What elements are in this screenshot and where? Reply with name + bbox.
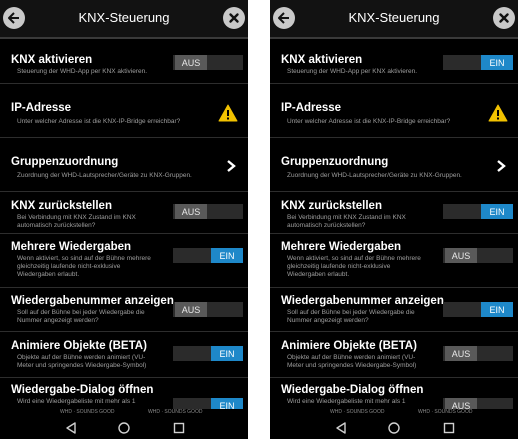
setting-wiedergabenummer: Wiedergabenummer anzeigen Soll auf der B… xyxy=(0,288,248,332)
toggle-state: EIN xyxy=(481,55,513,70)
toggle-animiere-objekte[interactable]: EIN xyxy=(173,346,243,361)
settings-list: KNX aktivieren Steuerung der WHD-App per… xyxy=(270,40,518,409)
setting-gruppenzuordnung[interactable]: Gruppenzuordnung Zuordnung der WHD-Lauts… xyxy=(0,138,248,192)
setting-title: Gruppenzuordnung xyxy=(281,156,389,168)
toggle-state: EIN xyxy=(481,302,513,317)
nav-back-icon[interactable] xyxy=(334,421,348,435)
toggle-mehrere-wiedergaben[interactable]: AUS xyxy=(443,248,513,263)
setting-subtitle: Steuerung der WHD-App per KNX aktivieren… xyxy=(17,68,148,75)
setting-subtitle: Wird eine Wiedergabeliste mit mehr als 1 xyxy=(17,398,136,405)
screenshot-stage: KNX-Steuerung KNX aktivieren Steuerung d… xyxy=(0,0,518,439)
setting-subtitle: Wird eine Wiedergabeliste mit mehr als 1 xyxy=(287,398,406,405)
chevron-right-icon xyxy=(227,160,236,172)
warning-icon xyxy=(218,104,238,122)
setting-mehrere-wiedergaben: Mehrere Wiedergaben Wenn aktiviert, so s… xyxy=(270,234,518,288)
chevron-right-icon xyxy=(497,160,506,172)
nav-home-icon[interactable] xyxy=(387,421,401,435)
setting-title: Gruppenzuordnung xyxy=(11,156,119,168)
nav-home-icon[interactable] xyxy=(117,421,131,435)
toggle-wiedergabenummer[interactable]: AUS xyxy=(173,302,243,317)
setting-subtitle: Wenn aktiviert, so sind auf der Bühne me… xyxy=(17,255,151,278)
page-title: KNX-Steuerung xyxy=(348,10,440,25)
toggle-state: EIN xyxy=(211,346,243,361)
setting-gruppenzuordnung[interactable]: Gruppenzuordnung Zuordnung der WHD-Lauts… xyxy=(270,138,518,192)
setting-wiedergabenummer: Wiedergabenummer anzeigen Soll auf der B… xyxy=(270,288,518,332)
toggle-knx-aktivieren[interactable]: EIN xyxy=(443,55,513,70)
footer-text-left: WHD · SOUNDS GOOD xyxy=(60,409,115,415)
warning-icon xyxy=(488,104,508,122)
nav-back-icon[interactable] xyxy=(64,421,78,435)
header-divider xyxy=(0,37,248,39)
setting-title: Wiedergabe-Dialog öffnen xyxy=(281,384,424,396)
footer-text-right: WHD · SOUNDS GOOD xyxy=(418,409,473,415)
setting-knx-aktivieren: KNX aktivieren Steuerung der WHD-App per… xyxy=(270,40,518,84)
setting-knx-zurueckstellen: KNX zurückstellen Bei Verbindung mit KNX… xyxy=(270,192,518,234)
setting-subtitle: Bei Verbindung mit KNX Zustand im KNX au… xyxy=(17,214,136,229)
setting-subtitle: Soll auf der Bühne bei jeder Wiedergabe … xyxy=(17,309,145,324)
setting-title: KNX zurückstellen xyxy=(11,200,112,212)
footer-text-right: WHD · SOUNDS GOOD xyxy=(148,409,203,415)
setting-title: KNX aktivieren xyxy=(11,54,93,66)
setting-title: Animiere Objekte (BETA) xyxy=(281,340,417,352)
setting-animiere-objekte: Animiere Objekte (BETA) Objekte auf der … xyxy=(270,332,518,378)
setting-subtitle: Wenn aktiviert, so sind auf der Bühne me… xyxy=(287,255,421,278)
close-icon[interactable] xyxy=(493,7,515,29)
setting-title: Animiere Objekte (BETA) xyxy=(11,340,147,352)
header-divider xyxy=(270,37,518,39)
footer-text-left: WHD · SOUNDS GOOD xyxy=(330,409,385,415)
setting-subtitle: Objekte auf der Bühne werden animiert (V… xyxy=(17,354,147,369)
setting-title: KNX aktivieren xyxy=(281,54,363,66)
setting-mehrere-wiedergaben: Mehrere Wiedergaben Wenn aktiviert, so s… xyxy=(0,234,248,288)
toggle-state: AUS xyxy=(445,248,477,263)
setting-ip-adresse[interactable]: IP-Adresse Unter welcher Adresse ist die… xyxy=(270,84,518,138)
toggle-knx-zurueckstellen[interactable]: AUS xyxy=(173,204,243,219)
toggle-state: AUS xyxy=(175,302,207,317)
setting-title: Mehrere Wiedergaben xyxy=(11,241,132,253)
setting-title: Mehrere Wiedergaben xyxy=(281,241,402,253)
setting-wiedergabe-dialog: Wiedergabe-Dialog öffnen Wird eine Wiede… xyxy=(0,378,248,409)
android-nav-bar xyxy=(270,417,518,439)
setting-title: IP-Adresse xyxy=(281,102,342,114)
setting-title: Wiedergabe-Dialog öffnen xyxy=(11,384,154,396)
toggle-knx-aktivieren[interactable]: AUS xyxy=(173,55,243,70)
toggle-state: EIN xyxy=(211,248,243,263)
setting-title: KNX zurückstellen xyxy=(281,200,382,212)
back-arrow-icon[interactable] xyxy=(3,7,25,29)
android-nav-bar xyxy=(0,417,248,439)
setting-subtitle: Unter welcher Adresse ist die KNX-IP-Bri… xyxy=(287,118,451,125)
toggle-state: AUS xyxy=(175,55,207,70)
setting-subtitle: Objekte auf der Bühne werden animiert (V… xyxy=(287,354,417,369)
setting-knx-aktivieren: KNX aktivieren Steuerung der WHD-App per… xyxy=(0,40,248,84)
setting-knx-zurueckstellen: KNX zurückstellen Bei Verbindung mit KNX… xyxy=(0,192,248,234)
setting-subtitle: Zuordnung der WHD-Lautsprecher/Geräte zu… xyxy=(17,172,192,179)
setting-subtitle: Steuerung der WHD-App per KNX aktivieren… xyxy=(287,68,418,75)
setting-subtitle: Zuordnung der WHD-Lautsprecher/Geräte zu… xyxy=(287,172,462,179)
toggle-knx-zurueckstellen[interactable]: EIN xyxy=(443,204,513,219)
setting-title: Wiedergabenummer anzeigen xyxy=(281,295,444,307)
setting-animiere-objekte: Animiere Objekte (BETA) Objekte auf der … xyxy=(0,332,248,378)
settings-list: KNX aktivieren Steuerung der WHD-App per… xyxy=(0,40,248,409)
setting-subtitle: Soll auf der Bühne bei jeder Wiedergabe … xyxy=(287,309,415,324)
toggle-state: AUS xyxy=(445,346,477,361)
header: KNX-Steuerung xyxy=(0,0,248,39)
phone-right: KNX-Steuerung KNX aktivieren Steuerung d… xyxy=(270,0,518,439)
toggle-mehrere-wiedergaben[interactable]: EIN xyxy=(173,248,243,263)
toggle-state: AUS xyxy=(175,204,207,219)
back-arrow-icon[interactable] xyxy=(273,7,295,29)
setting-title: Wiedergabenummer anzeigen xyxy=(11,295,174,307)
setting-subtitle: Unter welcher Adresse ist die KNX-IP-Bri… xyxy=(17,118,181,125)
page-title: KNX-Steuerung xyxy=(78,10,170,25)
toggle-wiedergabenummer[interactable]: EIN xyxy=(443,302,513,317)
toggle-state: EIN xyxy=(481,204,513,219)
nav-recents-icon[interactable] xyxy=(172,421,186,435)
header: KNX-Steuerung xyxy=(270,0,518,39)
setting-wiedergabe-dialog: Wiedergabe-Dialog öffnen Wird eine Wiede… xyxy=(270,378,518,409)
toggle-animiere-objekte[interactable]: AUS xyxy=(443,346,513,361)
nav-recents-icon[interactable] xyxy=(442,421,456,435)
phone-left: KNX-Steuerung KNX aktivieren Steuerung d… xyxy=(0,0,248,439)
setting-subtitle: Bei Verbindung mit KNX Zustand im KNX au… xyxy=(287,214,406,229)
close-icon[interactable] xyxy=(223,7,245,29)
setting-title: IP-Adresse xyxy=(11,102,72,114)
setting-ip-adresse[interactable]: IP-Adresse Unter welcher Adresse ist die… xyxy=(0,84,248,138)
